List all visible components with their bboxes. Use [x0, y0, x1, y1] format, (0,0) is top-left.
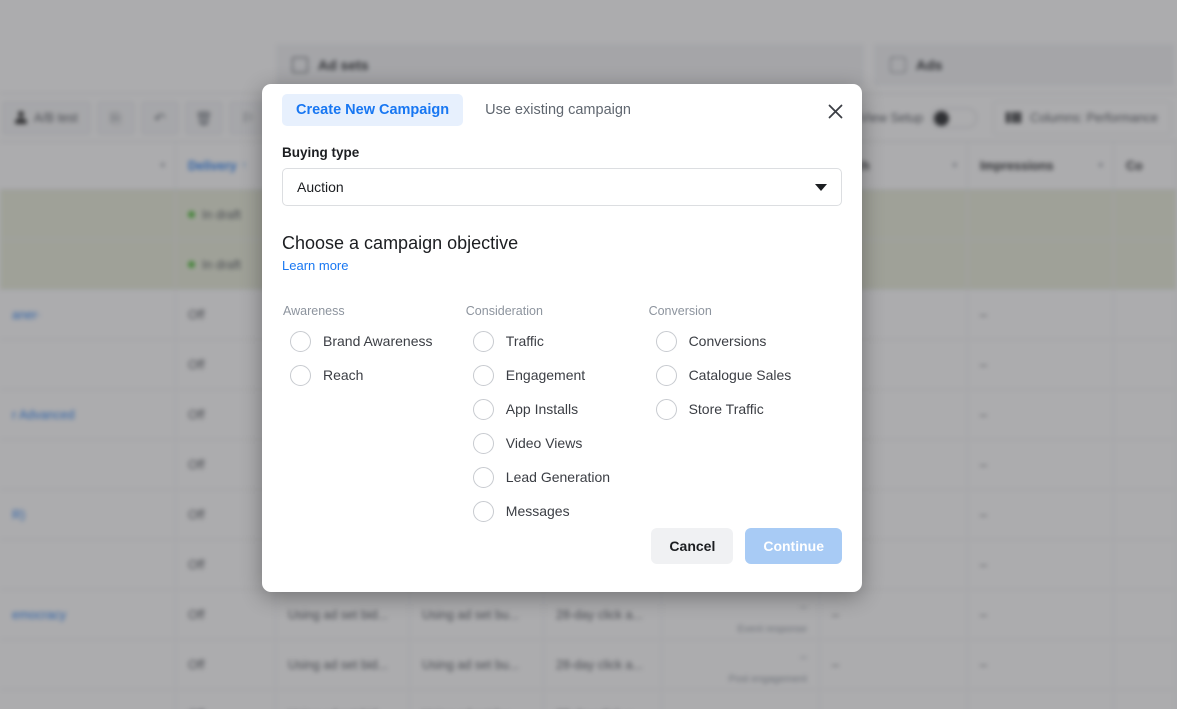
dialog-footer: Cancel Continue: [262, 516, 862, 592]
radio-button[interactable]: [472, 398, 494, 420]
buying-type-value: Auction: [297, 179, 344, 195]
objective-group: Consideration Traffic Engagement App Instal…: [465, 304, 648, 528]
objective-option-label: App Installs: [505, 401, 579, 417]
objective-title: Choose a campaign objective: [282, 233, 519, 253]
radio-button[interactable]: [472, 466, 494, 488]
objective-option-label: Engagement: [505, 367, 586, 383]
objective-option-label: Reach: [323, 367, 364, 383]
objective-group-label: Conversion: [648, 304, 712, 318]
objective-option-label: Store Traffic: [688, 401, 764, 417]
objective-group: Conversion Conversions Catalogue Sales Stor…: [648, 304, 842, 528]
tab-use-existing-campaign[interactable]: Use existing campaign: [471, 94, 645, 126]
dialog-body: Buying type Auction Choose a campaign ob…: [262, 145, 862, 528]
objective-option-label: Lead Generation: [505, 469, 611, 485]
objective-option-label: Brand Awareness: [323, 333, 433, 349]
objective-option[interactable]: Lead Generation: [465, 460, 648, 494]
objective-option[interactable]: Catalogue Sales: [648, 358, 842, 392]
radio-button[interactable]: [472, 432, 494, 454]
radio-button[interactable]: [655, 398, 677, 420]
radio-button[interactable]: [655, 364, 677, 386]
screen: Ad sets Ads A/B test ⎘ ↶ 🗑 ⚐ View Setup …: [0, 0, 1177, 709]
objective-option[interactable]: Store Traffic: [648, 392, 842, 426]
objective-option[interactable]: Reach: [282, 358, 465, 392]
objective-option[interactable]: Engagement: [465, 358, 648, 392]
objective-columns: Awareness Brand Awareness Reach Considerati…: [282, 304, 842, 528]
create-campaign-dialog: Create New Campaign Use existing campaig…: [262, 84, 862, 592]
radio-button[interactable]: [290, 330, 311, 352]
objective-option-label: Catalogue Sales: [688, 367, 792, 383]
objective-option[interactable]: Video Views: [465, 426, 648, 460]
objective-group-label: Consideration: [465, 304, 543, 318]
objective-option-label: Conversions: [688, 333, 767, 349]
buying-type-label: Buying type: [282, 145, 360, 160]
chevron-down-icon: [815, 183, 827, 191]
buying-type-select[interactable]: Auction: [282, 168, 842, 206]
tab-create-new-campaign[interactable]: Create New Campaign: [282, 94, 464, 126]
objective-option-label: Traffic: [505, 333, 544, 349]
objective-group: Awareness Brand Awareness Reach: [282, 304, 465, 528]
radio-button[interactable]: [290, 364, 311, 386]
dialog-header: Create New Campaign Use existing campaig…: [262, 84, 862, 136]
learn-more-link[interactable]: Learn more: [282, 258, 348, 273]
objective-option-label: Video Views: [505, 435, 583, 451]
objective-option[interactable]: Traffic: [465, 324, 648, 358]
radio-button[interactable]: [472, 364, 494, 386]
objective-option[interactable]: Conversions: [648, 324, 842, 358]
radio-button[interactable]: [472, 330, 494, 352]
objective-option[interactable]: App Installs: [465, 392, 648, 426]
radio-button[interactable]: [655, 330, 677, 352]
objective-option[interactable]: Brand Awareness: [282, 324, 465, 358]
close-icon[interactable]: [822, 98, 848, 124]
continue-button[interactable]: Continue: [745, 528, 842, 564]
objective-group-label: Awareness: [283, 304, 345, 318]
cancel-button[interactable]: Cancel: [651, 528, 734, 564]
